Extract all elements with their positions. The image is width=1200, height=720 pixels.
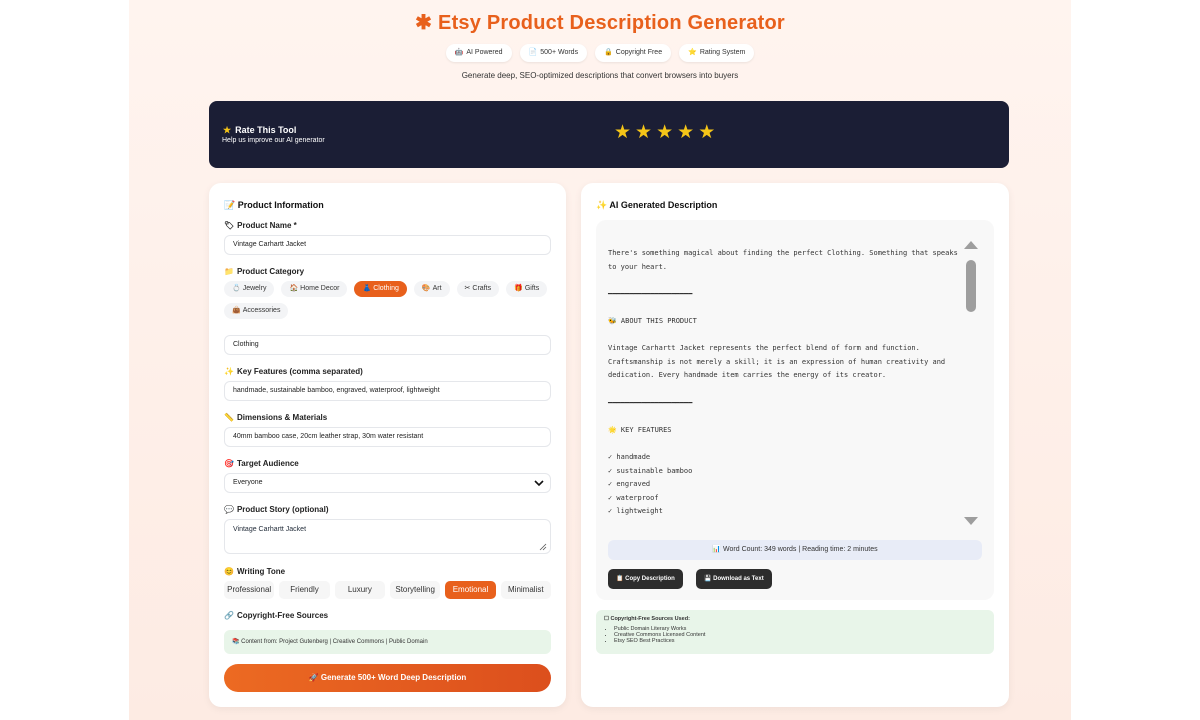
tone-minimalist[interactable]: Minimalist [500,581,551,599]
feature-badge: 🔒 Copyright Free [595,44,672,62]
books-icon: 📚 [232,639,240,645]
category-icon: 🏠 [289,285,299,292]
feature-badge: 📄 500+ Words [519,44,588,62]
category-chip-art[interactable]: 🎨 Art [413,281,450,297]
sparkles-icon: ✨ [224,367,234,376]
category-chip-clothing[interactable]: 👗 Clothing [354,281,407,297]
category-label: 📁 Product Category [224,267,305,276]
rating-subtitle: Help us improve our AI generator [222,137,325,144]
star-icon: ★ [223,125,232,135]
category-input[interactable]: Clothing [224,335,551,355]
scroll-down-icon[interactable] [964,516,978,526]
sparkles-icon: ✨ [596,200,608,210]
sources-used-list: Public Domain Literary WorksCreative Com… [604,626,986,644]
generate-button[interactable]: 🚀 Generate 500+ Word Deep Description [224,664,551,692]
rating-title: ★ Rate This Tool [223,125,297,135]
description-output[interactable]: There's something magical about finding … [596,220,994,600]
category-icon: 👜 [232,307,241,314]
category-icon: 🎨 [421,285,431,292]
story-value: Vintage Carhartt Jacket [233,526,307,533]
rating-star-3[interactable]: ★ [656,123,673,142]
category-chip-accessories[interactable]: 👜 Accessories [224,303,289,319]
page-title: ✱ Etsy Product Description Generator [415,12,785,34]
tone-label: 😊 Writing Tone [224,567,286,576]
badge-icon: 🤖 [454,49,464,56]
rating-star-1[interactable]: ★ [614,123,631,142]
download-text-button[interactable]: 💾 Download as Text [696,569,772,589]
category-icon: ✂ [464,285,471,292]
generated-heading: ✨ AI Generated Description [596,200,718,210]
product-name-input[interactable]: Vintage Carhartt Jacket [224,235,551,255]
emoji-icon: 😊 [224,567,234,576]
scrollbar[interactable] [964,240,978,530]
product-info-card: 📝 Product Information 🏷 Product Name * Vi… [209,183,566,707]
category-chip-jewelry[interactable]: 💍 Jewelry [224,281,275,297]
sources-used-title: ☐ Copyright-Free Sources Used: [604,616,690,622]
tone-storytelling[interactable]: Storytelling [389,581,441,599]
story-textarea[interactable]: Vintage Carhartt Jacket [224,519,551,554]
category-chip-crafts[interactable]: ✂ Crafts [456,281,500,297]
chevron-down-icon [534,480,544,487]
target-icon: 🎯 [224,459,234,468]
tone-luxury[interactable]: Luxury [334,581,385,599]
copyright-sources-used: ☐ Copyright-Free Sources Used: Public Do… [596,610,994,654]
product-info-heading: 📝 Product Information [224,200,324,210]
sources-label: 🔗 Copyright-Free Sources [224,611,329,620]
category-chips: 💍 Jewelry 🏠 Home Decor 👗 Clothing 🎨 Art ✂ Crafts 🎁… [224,281,554,319]
speech-icon: 💬 [224,505,234,514]
story-label: 💬 Product Story (optional) [224,505,329,514]
checkbox-icon: ☐ [604,616,609,622]
sources-info: 📚 Content from: Project Gutenberg | Crea… [224,630,551,654]
page-subtitle: Generate deep, SEO-optimized description… [461,71,739,80]
rating-stars: ★ ★ ★ ★ ★ [614,123,715,142]
badge-icon: 📄 [528,49,538,56]
badge-icon: 🔒 [604,49,613,56]
word-count: 📊 Word Count: 349 words | Reading time: … [608,540,982,560]
category-chip-gifts[interactable]: 🎁 Gifts [506,281,548,297]
scroll-thumb[interactable] [966,260,976,312]
tone-professional[interactable]: Professional [224,581,275,599]
sources-used-item: Etsy SEO Best Practices [614,638,986,644]
product-name-label: 🏷 Product Name * [224,221,297,230]
feature-badge: 🤖 AI Powered [445,44,512,62]
puzzle-icon: ✱ [415,12,433,34]
rating-star-2[interactable]: ★ [635,123,652,142]
link-icon: 🔗 [224,611,234,620]
feature-badge: ⭐ Rating System [679,44,755,62]
rating-star-4[interactable]: ★ [677,123,694,142]
folder-icon: 📁 [224,267,234,276]
audience-value: Everyone [233,479,263,486]
generated-description-card: ✨ AI Generated Description There's somet… [581,183,1009,707]
dimensions-label: 📏 Dimensions & Materials [224,413,328,422]
features-input[interactable]: handmade, sustainable bamboo, engraved, … [224,381,551,401]
category-icon: 💍 [232,285,241,292]
category-icon: 👗 [362,285,372,292]
feature-badges: 🤖 AI Powered 📄 500+ Words 🔒 Copyright Free ⭐ Ra… [129,44,1071,62]
scroll-up-icon[interactable] [964,240,978,250]
dimensions-input[interactable]: 40mm bamboo case, 20cm leather strap, 30… [224,427,551,447]
copy-description-button[interactable]: 📋 Copy Description [608,569,683,589]
category-chip-home-decor[interactable]: 🏠 Home Decor [281,281,348,297]
tone-emotional[interactable]: Emotional [445,581,496,599]
resize-handle-icon[interactable] [539,543,547,551]
audience-select[interactable]: Everyone [224,473,551,493]
tag-icon: 🏷 [224,221,235,230]
description-text: There's something magical about finding … [608,249,958,516]
audience-label: 🎯 Target Audience [224,459,299,468]
category-icon: 🎁 [514,285,523,292]
memo-icon: 📝 [224,200,236,210]
badge-icon: ⭐ [688,49,697,56]
rating-banner: ★ Rate This Tool Help us improve our AI g… [209,101,1009,168]
tone-friendly[interactable]: Friendly [279,581,330,599]
rating-star-5[interactable]: ★ [698,123,715,142]
ruler-icon: 📏 [224,413,234,422]
rocket-icon: 🚀 [308,673,319,682]
tone-options: Professional Friendly Luxury Storytelling Em… [224,581,551,599]
features-label: ✨ Key Features (comma separated) [224,367,363,376]
